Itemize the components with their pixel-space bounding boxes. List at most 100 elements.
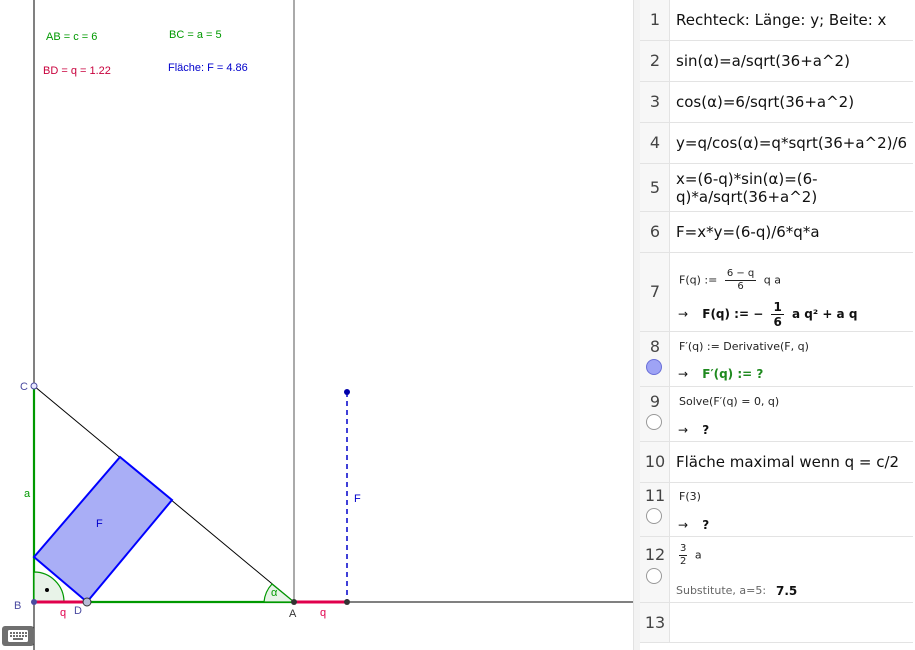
- cas-row-11[interactable]: 11 F(3) → ?: [640, 483, 913, 537]
- cas-text[interactable]: cos(α)=6/sqrt(36+a^2): [676, 93, 854, 111]
- row-number: 4: [649, 133, 661, 152]
- cas-row-9[interactable]: 9 Solve(F′(q) = 0, q) → ?: [640, 387, 913, 442]
- fraction-denominator: 6: [773, 315, 782, 329]
- fraction-numerator: 1: [771, 300, 784, 315]
- point-a[interactable]: [291, 599, 297, 605]
- cas-input[interactable]: Solve(F′(q) = 0, q): [679, 395, 779, 408]
- output-toggle[interactable]: [646, 568, 662, 584]
- output-suffix: a q² + a q: [792, 307, 858, 321]
- fraction-denominator: 6: [737, 281, 744, 292]
- graphics-view[interactable]: AB = c = 6 BC = a = 5 BD = q = 1.22 Fläc…: [0, 0, 633, 650]
- output-toggle[interactable]: [646, 414, 662, 430]
- cas-row-6[interactable]: 6 F=x*y=(6-q)/6*q*a: [640, 212, 913, 253]
- text-area[interactable]: Fläche: F = 4.86: [168, 62, 248, 74]
- output-toggle[interactable]: [646, 508, 662, 524]
- cas-text[interactable]: Fläche maximal wenn q = c/2: [676, 453, 899, 471]
- row-number: 7: [649, 282, 661, 301]
- cas-row-4[interactable]: 4 y=q/cos(α)=q*sqrt(36+a^2)/6: [640, 123, 913, 164]
- row-number-cell: 6: [640, 212, 670, 252]
- row-number-cell: 8: [640, 332, 670, 386]
- point-d[interactable]: [82, 597, 92, 607]
- output-toggle[interactable]: [646, 359, 662, 375]
- input-prefix: F(q) :=: [679, 273, 718, 287]
- right-angle-dot: [45, 588, 49, 592]
- substitute-label: Substitute, a=5:: [676, 584, 767, 597]
- row-number-cell: 11: [640, 483, 670, 536]
- row-number: 12: [644, 545, 666, 564]
- label-alpha: α: [271, 587, 278, 599]
- cas-text[interactable]: sin(α)=a/sqrt(36+a^2): [676, 52, 850, 70]
- label-point-c: C: [20, 381, 28, 393]
- text-ab[interactable]: AB = c = 6: [46, 31, 97, 43]
- cas-text[interactable]: F=x*y=(6-q)/6*q*a: [676, 223, 820, 241]
- cas-row-3[interactable]: 3 cos(α)=6/sqrt(36+a^2): [640, 82, 913, 123]
- row-number-cell: 3: [640, 82, 670, 122]
- row-number: 1: [649, 10, 661, 29]
- view-divider[interactable]: [633, 0, 640, 650]
- cas-row-1[interactable]: 1 Rechteck: Länge: y; Beite: x: [640, 0, 913, 41]
- point-f-top[interactable]: [344, 389, 350, 395]
- cas-input[interactable]: F(3): [679, 490, 701, 503]
- label-point-a: A: [289, 608, 297, 620]
- alpha-angle-marker: [263, 583, 296, 603]
- row-number: 3: [649, 92, 661, 111]
- row-number: 11: [644, 486, 666, 505]
- row-number: 6: [649, 222, 661, 241]
- output-text: ?: [702, 518, 710, 532]
- cas-row-12[interactable]: 12 3 2 a Substitute, a=5: 7.5: [640, 537, 913, 603]
- cas-output: → F(q) := − 1 6 a q² + a q: [678, 300, 857, 329]
- input-fraction: 6 − q 6: [724, 268, 757, 293]
- keyboard-button[interactable]: [2, 626, 34, 646]
- point-c[interactable]: [30, 382, 38, 390]
- row-number: 9: [649, 392, 661, 411]
- point-q-end[interactable]: [344, 599, 350, 605]
- cas-input[interactable]: F′(q) := Derivative(F, q): [679, 340, 809, 353]
- cas-input[interactable]: 3 2 a: [679, 543, 702, 568]
- output-arrow: →: [678, 423, 689, 437]
- cas-row-10[interactable]: 10 Fläche maximal wenn q = c/2: [640, 442, 913, 483]
- row-number: 8: [649, 337, 661, 356]
- cas-text-line-1[interactable]: x=(6-q)*sin(α)=(6-: [676, 170, 818, 188]
- text-bc[interactable]: BC = a = 5: [169, 29, 222, 41]
- cas-text[interactable]: Rechteck: Länge: y; Beite: x: [676, 11, 886, 29]
- cas-input[interactable]: F(q) := 6 − q 6 q a: [679, 268, 781, 293]
- label-dashed-f: F: [354, 493, 361, 505]
- label-q-right: q: [320, 607, 327, 619]
- fraction-numerator: 6 − q: [724, 268, 757, 281]
- row-number-cell: 7: [640, 253, 670, 331]
- cas-row-13[interactable]: 13: [640, 603, 913, 643]
- point-b[interactable]: [31, 599, 37, 605]
- cas-row-8[interactable]: 8 F′(q) := Derivative(F, q) → F′(q) := ?: [640, 332, 913, 387]
- geometry-canvas[interactable]: [0, 0, 633, 650]
- cas-view[interactable]: 1 Rechteck: Länge: y; Beite: x 2 sin(α)=…: [640, 0, 915, 650]
- fraction-numerator: 3: [679, 543, 688, 556]
- fraction-denominator: 2: [680, 556, 687, 567]
- output-text: ?: [702, 423, 710, 437]
- row-number: 10: [644, 452, 666, 471]
- text-bd[interactable]: BD = q = 1.22: [43, 65, 111, 77]
- row-number: 2: [649, 51, 661, 70]
- label-rectangle-f: F: [96, 518, 103, 530]
- label-side-a: a: [24, 488, 31, 500]
- cas-text-line-2[interactable]: q)*a/sqrt(36+a^2): [676, 188, 817, 206]
- output-arrow: →: [678, 518, 689, 532]
- output-arrow: →: [678, 307, 689, 321]
- substitute-value: 7.5: [776, 584, 798, 598]
- row-number-cell: 12: [640, 537, 670, 602]
- row-number-cell: 13: [640, 603, 670, 642]
- row-number-cell: 1: [640, 0, 670, 40]
- row-number-cell: 9: [640, 387, 670, 441]
- row-number-cell: 4: [640, 123, 670, 163]
- cas-text[interactable]: y=q/cos(α)=q*sqrt(36+a^2)/6: [676, 134, 907, 152]
- input-suffix: a: [694, 548, 702, 562]
- cas-row-7[interactable]: 7 F(q) := 6 − q 6 q a → F(q) := − 1 6 a …: [640, 253, 913, 332]
- label-point-b: B: [14, 600, 22, 612]
- cas-output: → ?: [678, 518, 709, 532]
- row-number: 13: [644, 613, 666, 632]
- output-text: F′(q) := ?: [702, 367, 764, 381]
- row-number-cell: 2: [640, 41, 670, 81]
- output-fraction: 1 6: [771, 300, 784, 329]
- cas-row-5[interactable]: 5 x=(6-q)*sin(α)=(6- q)*a/sqrt(36+a^2): [640, 164, 913, 212]
- cas-row-2[interactable]: 2 sin(α)=a/sqrt(36+a^2): [640, 41, 913, 82]
- row-number-cell: 5: [640, 164, 670, 211]
